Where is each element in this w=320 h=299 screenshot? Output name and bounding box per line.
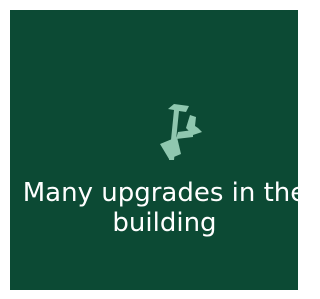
upgrade-tile[interactable]: Many upgrades in the building [10, 10, 298, 290]
tile-caption: Many upgrades in the building [22, 178, 298, 238]
nail-icon [134, 92, 222, 180]
